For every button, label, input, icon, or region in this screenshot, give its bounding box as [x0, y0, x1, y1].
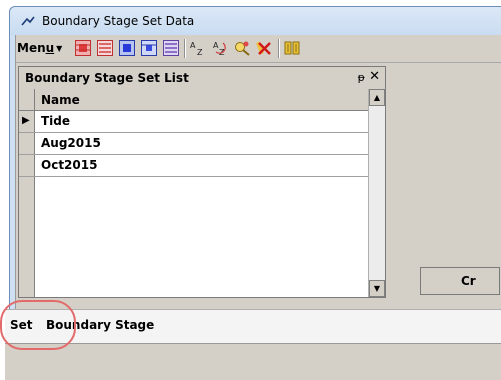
- vertical-scrollbar[interactable]: ▲ ▼: [368, 89, 385, 297]
- row-selector[interactable]: [19, 155, 35, 176]
- row-header-empty: [19, 177, 35, 297]
- grid-blue-alt-icon[interactable]: [141, 40, 157, 56]
- toolbar-separator: [184, 39, 185, 58]
- scroll-down-button[interactable]: ▼: [369, 280, 385, 297]
- app-icon: [21, 16, 35, 26]
- row-header-corner: [19, 89, 35, 111]
- status-strip: [5, 343, 501, 380]
- current-row-arrow-icon: ▶: [22, 115, 30, 126]
- row-selector[interactable]: ▶: [19, 111, 35, 132]
- sort-az-refresh-icon[interactable]: A Z: [212, 40, 228, 56]
- panel-header: Boundary Stage Set List ᵽ ✕: [19, 67, 385, 90]
- title-bar[interactable]: Boundary Stage Set Data: [10, 7, 501, 35]
- list-red-icon[interactable]: [97, 40, 113, 56]
- row-name: Oct2015: [41, 158, 98, 172]
- svg-text:A: A: [190, 41, 196, 50]
- close-icon[interactable]: ✕: [369, 69, 380, 84]
- toolbar-separator: [278, 39, 279, 58]
- menu-label-prefix: Men: [17, 41, 46, 55]
- grid-red-icon[interactable]: [75, 40, 91, 56]
- delete-tools-icon[interactable]: [256, 40, 272, 56]
- toolbar: Men u ▼ A Z A Z: [16, 35, 501, 63]
- table-row[interactable]: Aug2015: [19, 133, 368, 155]
- bottom-tab-bar: Set Boundary Stage: [5, 309, 501, 344]
- window-title: Boundary Stage Set Data: [42, 14, 195, 28]
- table-row[interactable]: ▶ Tide: [19, 111, 368, 133]
- row-selector[interactable]: [19, 133, 35, 154]
- row-name: Aug2015: [41, 136, 101, 150]
- chevron-down-icon: ▼: [56, 43, 63, 53]
- create-button[interactable]: Cr: [420, 267, 500, 295]
- pin-icon[interactable]: ᵽ: [358, 71, 365, 84]
- table-row[interactable]: Oct2015: [19, 155, 368, 177]
- column-header-name[interactable]: Name: [41, 93, 80, 107]
- split-icon[interactable]: [284, 40, 300, 56]
- svg-text:Z: Z: [197, 48, 203, 56]
- sort-az-icon[interactable]: A Z: [190, 40, 206, 56]
- grid-header: Name: [19, 89, 368, 111]
- scroll-up-button[interactable]: ▲: [369, 89, 385, 106]
- grid-blue-icon[interactable]: [119, 40, 135, 56]
- highlight-annotation: [0, 300, 76, 350]
- boundary-stage-set-list-panel: Boundary Stage Set List ᵽ ✕ Name ▶ Tide …: [18, 66, 386, 298]
- row-name: Tide: [41, 114, 71, 128]
- list-blue-icon[interactable]: [163, 40, 179, 56]
- toolbar-divider: [16, 62, 501, 63]
- menu-label-underlined: u: [45, 41, 55, 55]
- menu-button[interactable]: Men u ▼: [17, 38, 62, 58]
- panel-title: Boundary Stage Set List: [25, 71, 189, 85]
- set-list-grid: Name ▶ Tide Aug2015 Oct2015: [19, 89, 368, 297]
- find-icon[interactable]: [234, 40, 250, 56]
